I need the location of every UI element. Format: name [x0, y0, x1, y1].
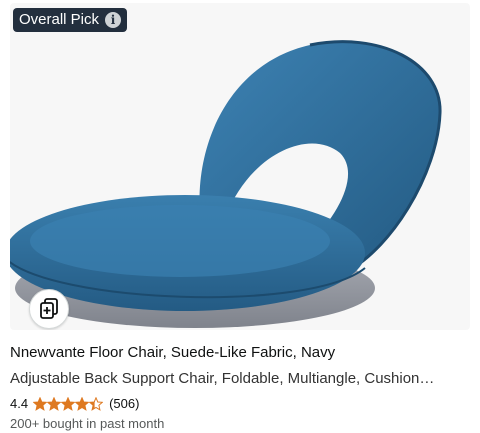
product-image[interactable] — [10, 3, 470, 330]
rating-row[interactable]: 4.4 (506) — [10, 396, 139, 411]
bought-count: 200+ bought in past month — [10, 416, 165, 431]
product-title[interactable]: Nnewvante Floor Chair, Suede-Like Fabric… — [10, 344, 335, 361]
overall-pick-badge: Overall Pick i — [13, 8, 128, 32]
rating-value: 4.4 — [10, 396, 29, 411]
star-icon — [61, 396, 76, 411]
info-icon[interactable]: i — [105, 12, 122, 28]
floor-chair-image — [10, 40, 442, 328]
product-card[interactable]: Overall Pick i Nnewvante Floor Chair, Su… — [0, 0, 480, 433]
star-rating[interactable] — [33, 396, 104, 411]
star-icon — [75, 396, 90, 411]
badge-label: Overall Pick — [19, 11, 100, 28]
compare-button[interactable] — [29, 289, 69, 329]
product-subtitle[interactable]: Adjustable Back Support Chair, Foldable,… — [10, 370, 472, 387]
star-icon — [89, 396, 104, 411]
compare-icon — [40, 298, 58, 319]
review-count[interactable]: (506) — [109, 396, 139, 411]
star-icon — [33, 396, 48, 411]
star-icon — [47, 396, 62, 411]
